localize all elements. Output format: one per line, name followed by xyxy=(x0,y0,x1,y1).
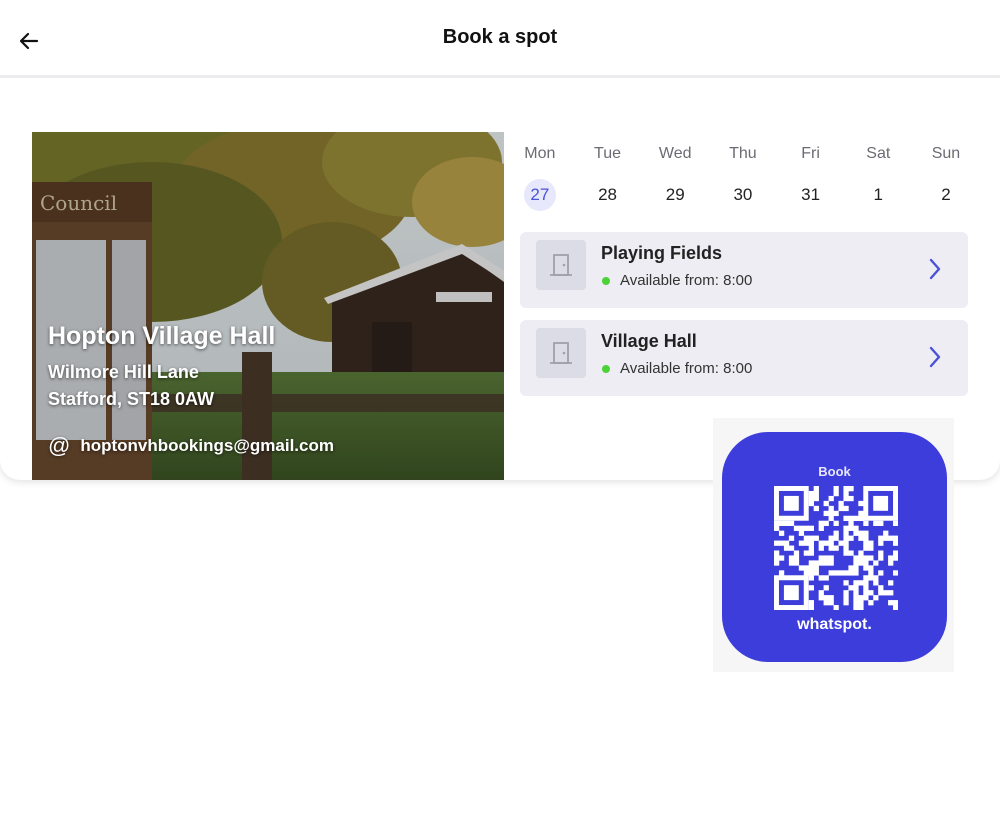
day-name-sat: Sat xyxy=(866,145,891,162)
day-cell: 2 xyxy=(912,168,980,211)
space-thumbnail xyxy=(536,240,586,290)
at-icon: @ xyxy=(48,433,71,458)
day-date-1[interactable]: 1 xyxy=(862,179,894,211)
day-date-2[interactable]: 2 xyxy=(930,179,962,211)
door-icon xyxy=(550,342,572,364)
day-name-fri: Fri xyxy=(801,145,820,162)
venue-address-line1: Wilmore Hill Lane xyxy=(48,362,199,382)
day-cell: 28 xyxy=(574,168,642,211)
chevron-right-icon xyxy=(929,258,941,280)
day-name-wed: Wed xyxy=(658,145,692,162)
day-cell: 1 xyxy=(844,168,912,211)
day-cell: 30 xyxy=(709,168,777,211)
space-status-text: Available from: 8:00 xyxy=(620,360,753,377)
available-dot-icon xyxy=(602,364,610,373)
venue-photo: Council Hopton Village Hall Wilmore Hill… xyxy=(32,132,504,480)
qr-code-icon xyxy=(774,486,898,610)
day-cell: 29 xyxy=(641,168,709,211)
day-name-tue: Tue xyxy=(594,145,622,162)
venue-email[interactable]: @ hoptonvhbookings@gmail.com xyxy=(48,435,334,457)
space-status-text: Available from: 8:00 xyxy=(620,272,753,289)
chevron-right-icon xyxy=(929,346,941,368)
door-icon xyxy=(550,254,572,276)
space-status: Available from: 8:00 xyxy=(602,272,752,289)
day-date-30[interactable]: 30 xyxy=(727,179,759,211)
page-title: Book a spot xyxy=(442,26,558,48)
header: Book a spot xyxy=(0,0,1000,78)
venue-name: Hopton Village Hall xyxy=(48,322,276,350)
day-cell: 31 xyxy=(777,168,845,211)
day-date-27[interactable]: 27 xyxy=(523,179,556,211)
day-date-31[interactable]: 31 xyxy=(795,179,827,211)
day-date-28[interactable]: 28 xyxy=(592,179,624,211)
day-name-thu: Thu xyxy=(729,145,757,162)
qr-book-label: Book xyxy=(818,464,851,479)
space-thumbnail xyxy=(536,328,586,378)
available-dot-icon xyxy=(602,276,610,285)
qr-badge: Book whatspot. xyxy=(722,432,947,662)
day-name-sun: Sun xyxy=(931,145,961,162)
venue-info: Hopton Village Hall Wilmore Hill Lane St… xyxy=(48,322,275,413)
qr-brand-label: whatspot. xyxy=(797,616,872,633)
day-cell: 27 xyxy=(506,168,574,211)
day-name-mon: Mon xyxy=(524,145,556,162)
week-calendar: Mon Tue Wed Thu Fri Sat Sun 27 28 29 30 31 1 2 xyxy=(506,140,980,211)
space-name: Village Hall xyxy=(601,331,697,351)
space-item-playing-fields[interactable]: Playing Fields Available from: 8:00 xyxy=(520,232,968,308)
venue-address-line2: Stafford, ST18 0AW xyxy=(48,389,215,409)
space-name: Playing Fields xyxy=(601,243,723,263)
booking-card: Book a spot Council Hopton Village Hall … xyxy=(0,0,1000,480)
day-date-29[interactable]: 29 xyxy=(659,179,691,211)
space-item-village-hall[interactable]: Village Hall Available from: 8:00 xyxy=(520,320,968,396)
qr-badge-image: Book whatspot. xyxy=(713,418,954,672)
email-text: hoptonvhbookings@gmail.com xyxy=(80,436,334,455)
space-status: Available from: 8:00 xyxy=(602,360,752,377)
